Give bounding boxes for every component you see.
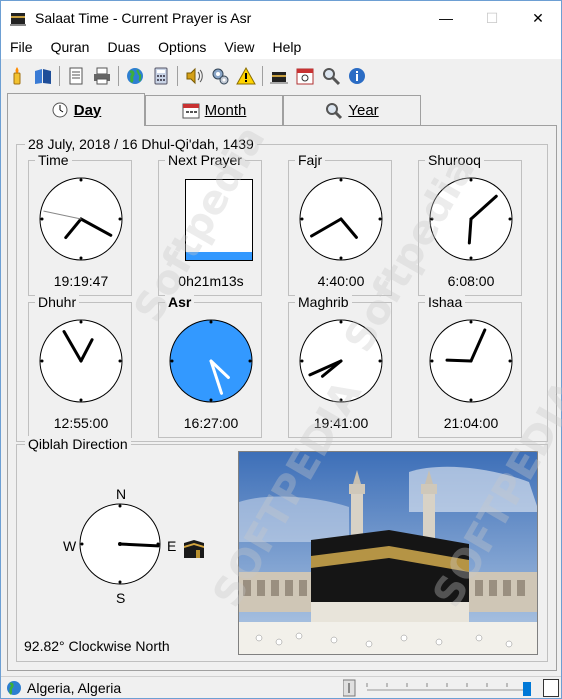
toolbar-separator (262, 66, 263, 86)
analog-clock-face (429, 319, 513, 403)
document-icon[interactable] (64, 64, 88, 88)
progress-fill (186, 252, 252, 260)
tab-month[interactable]: Month (145, 95, 283, 125)
clock-dhuhr: Dhuhr 12:55:00 (28, 294, 132, 438)
analog-clock-face (39, 177, 123, 261)
speaker-icon[interactable] (182, 64, 206, 88)
clock-icon (51, 101, 69, 119)
compass-east: E (167, 538, 177, 554)
tab-strip: Day Month Year (7, 93, 557, 126)
clock-time: 0h21m13s (178, 273, 244, 289)
tab-year[interactable]: Year (283, 95, 421, 125)
warning-icon[interactable] (234, 64, 258, 88)
gears-icon[interactable] (208, 64, 232, 88)
clock-ishaa: Ishaa 21:04:00 (418, 294, 522, 438)
hour-hand (467, 217, 473, 245)
menu-bar: File Quran Duas Options View Help (1, 35, 561, 59)
clock-title: Dhuhr (35, 294, 80, 310)
maximize-button[interactable]: ☐ (469, 1, 515, 35)
book-icon[interactable] (31, 64, 55, 88)
clock-time: 19:19:47 (53, 273, 109, 289)
clock-time: 6:08:00 (447, 273, 495, 289)
window-title: Salaat Time - Current Prayer is Asr (35, 10, 252, 26)
compass-north: N (116, 486, 127, 502)
status-checkbox[interactable] (543, 679, 559, 697)
menu-options[interactable]: Options (149, 35, 215, 59)
tab-year-label: Year (348, 102, 379, 119)
toolbar (1, 59, 561, 93)
clock-shurooq: Shurooq 6:08:00 (418, 152, 522, 296)
tab-month-label: Month (204, 102, 247, 119)
analog-clock-face (39, 319, 123, 403)
globe-icon (5, 679, 23, 697)
tab-day-label: Day (73, 101, 102, 119)
day-tab-page: 28 July, 2018 / 16 Dhul-Qi'dah, 1439 Tim… (7, 125, 557, 671)
compass-west: W (63, 538, 77, 554)
menu-help[interactable]: Help (264, 35, 311, 59)
calendar-icon[interactable] (293, 64, 317, 88)
qiblah-title: Qiblah Direction (25, 436, 131, 452)
minimize-button[interactable]: — (423, 1, 469, 35)
analog-clock-face (299, 177, 383, 261)
info-icon[interactable] (345, 64, 369, 88)
status-location: Algeria, Algeria (5, 679, 345, 697)
compass-south: S (116, 590, 126, 606)
clock-time: 12:55:00 (53, 415, 109, 431)
qiblah-compass (78, 502, 162, 586)
clock-next-prayer: Next Prayer 0h21m13s (158, 152, 262, 296)
toolbar-separator (177, 66, 178, 86)
clock-title: Maghrib (295, 294, 352, 310)
analog-clock-face (169, 319, 253, 403)
mosque-icon[interactable] (267, 64, 291, 88)
kaaba-photo (238, 451, 538, 655)
window-controls: — ☐ ✕ (423, 1, 561, 35)
menu-view[interactable]: View (215, 35, 263, 59)
calendar-icon (182, 102, 200, 120)
magnifier-icon (325, 102, 343, 120)
clock-time: Time 19:19:47 (28, 152, 132, 296)
hour-hand (445, 358, 473, 363)
analog-clock-face (429, 177, 513, 261)
clock-time: 21:04:00 (443, 415, 499, 431)
volume-slider[interactable] (343, 679, 537, 697)
menu-quran[interactable]: Quran (42, 35, 99, 59)
qiblah-needle (118, 542, 160, 548)
clock-title: Fajr (295, 152, 326, 168)
tab-day[interactable]: Day (7, 93, 145, 126)
close-button[interactable]: ✕ (515, 1, 561, 35)
clock-title: Next Prayer (165, 152, 245, 168)
clock-title: Asr (165, 294, 195, 310)
printer-icon[interactable] (90, 64, 114, 88)
clock-time: 4:40:00 (317, 273, 365, 289)
qiblah-bearing-caption: 92.82° Clockwise North (24, 638, 170, 654)
menu-duas[interactable]: Duas (98, 35, 149, 59)
toolbar-separator (118, 66, 119, 86)
globe-icon[interactable] (123, 64, 147, 88)
clock-time: 19:41:00 (313, 415, 369, 431)
clock-maghrib: Maghrib 19:41:00 (288, 294, 392, 438)
calculator-icon[interactable] (149, 64, 173, 88)
clock-time: 16:27:00 (183, 415, 239, 431)
menu-file[interactable]: File (1, 35, 42, 59)
kaaba-app-icon (9, 9, 27, 27)
location-label: Algeria, Algeria (27, 679, 122, 696)
title-bar[interactable]: Salaat Time - Current Prayer is Asr — ☐ … (1, 1, 561, 35)
clock-title: Time (35, 152, 72, 168)
status-bar: Algeria, Algeria (1, 676, 561, 698)
magnifier-icon[interactable] (319, 64, 343, 88)
analog-clock-face (299, 319, 383, 403)
kaaba-icon (182, 536, 206, 560)
toolbar-separator (59, 66, 60, 86)
candle-icon[interactable] (5, 64, 29, 88)
date-label: 28 July, 2018 / 16 Dhul-Qi'dah, 1439 (25, 136, 257, 152)
clock-asr: Asr 16:27:00 (158, 294, 262, 438)
clock-title: Ishaa (425, 294, 466, 310)
next-prayer-progress (185, 179, 253, 261)
clock-fajr: Fajr 4:40:00 (288, 152, 392, 296)
clock-title: Shurooq (425, 152, 484, 168)
app-window: Salaat Time - Current Prayer is Asr — ☐ … (0, 0, 562, 699)
